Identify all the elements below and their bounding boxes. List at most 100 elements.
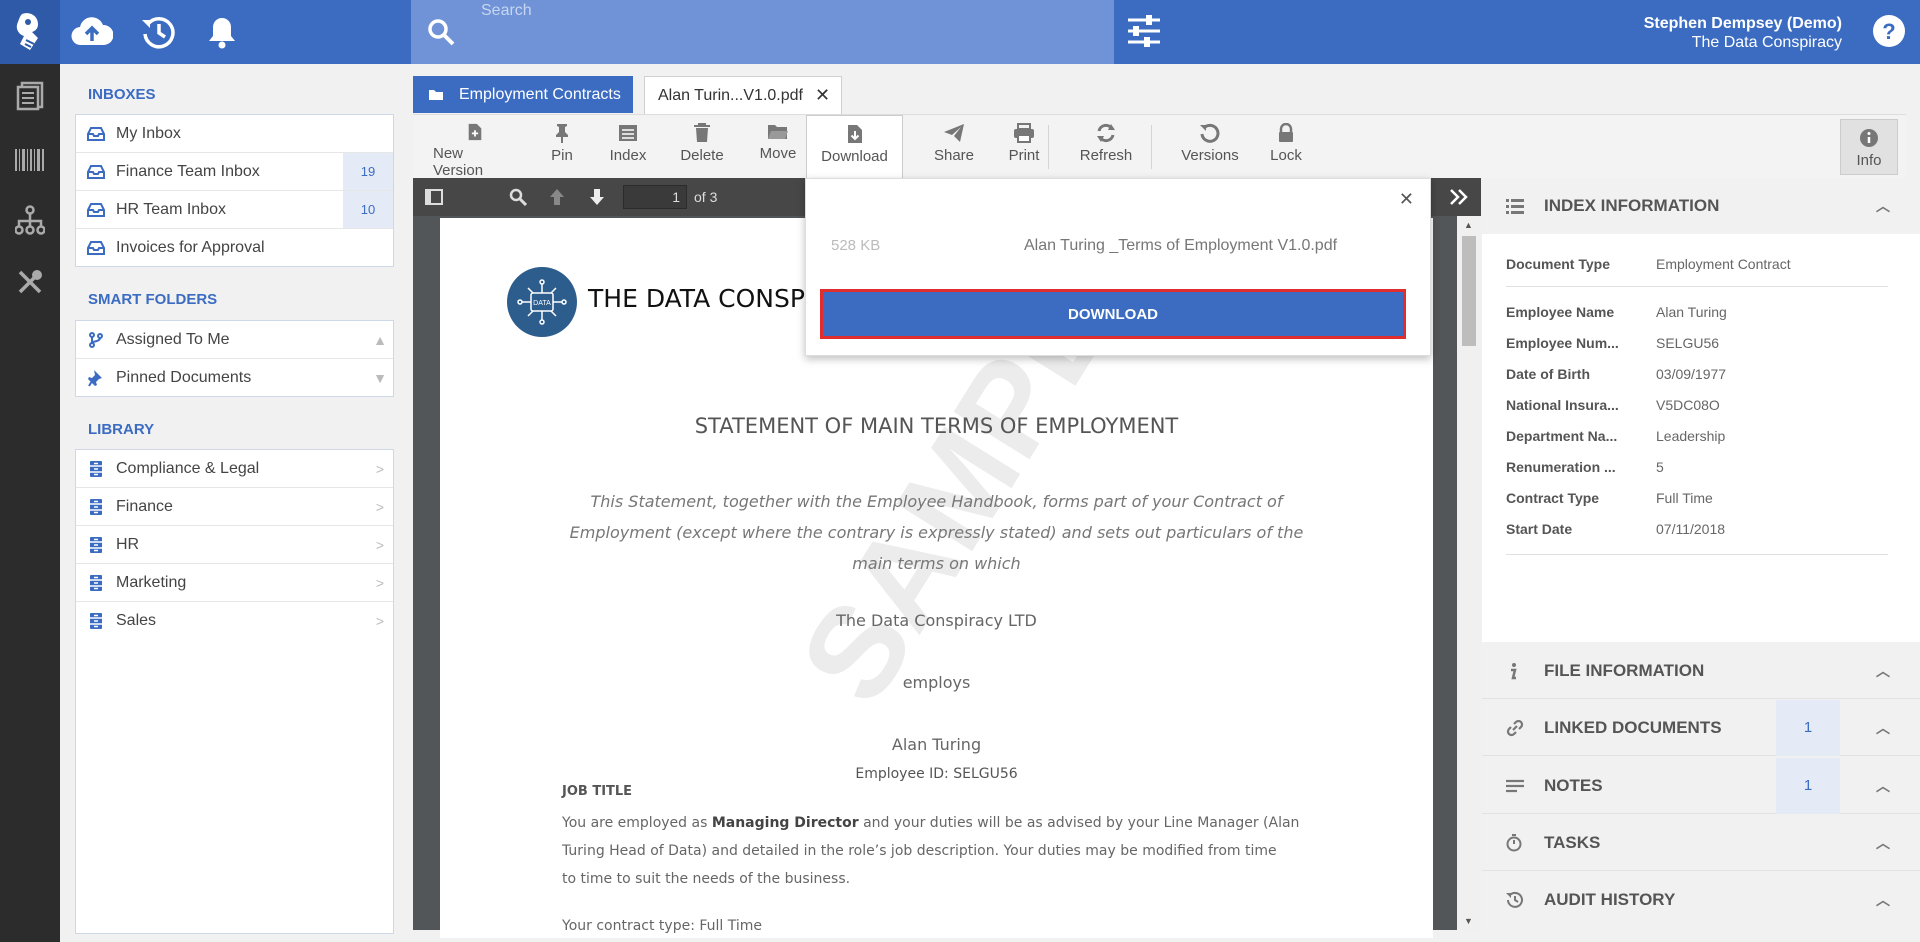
svg-text:?: ? (1882, 19, 1895, 44)
inbox-item[interactable]: My Inbox (76, 115, 393, 153)
info-circle-icon (1860, 129, 1878, 147)
download-icon (847, 125, 862, 143)
download-confirm-button[interactable]: DOWNLOAD (820, 289, 1406, 339)
previous-page-icon[interactable] (549, 188, 565, 206)
file-size: 528 KB (831, 237, 881, 254)
inbox-item[interactable]: HR Team Inbox 10 (76, 191, 393, 229)
barcode-icon[interactable] (14, 144, 46, 176)
list-icon (1482, 198, 1524, 214)
company-logo-icon: DATA (506, 266, 578, 338)
inbox-icon (76, 126, 116, 141)
tab-document[interactable]: Alan Turin...V1.0.pdf ✕ (644, 76, 842, 114)
pdf-scrollbar[interactable]: ▲ ▼ (1457, 216, 1481, 930)
workflow-hierarchy-icon[interactable] (14, 204, 46, 236)
notifications-bell-icon[interactable] (200, 12, 244, 52)
history-icon[interactable] (136, 12, 180, 52)
next-page-icon[interactable] (589, 188, 605, 206)
employee-name-text: Alan Turing (891, 735, 982, 754)
scroll-down-arrow-icon[interactable]: ▼ (367, 370, 393, 386)
scroll-down-arrow-icon[interactable]: ▼ (1464, 916, 1473, 926)
page-number-input[interactable]: 1 (623, 185, 687, 209)
file-name: Alan Turing _Terms of Employment V1.0.pd… (1024, 237, 1338, 254)
toolbar-separator (1048, 125, 1049, 169)
smart-folder-item[interactable]: Assigned To Me ▲ (76, 321, 393, 359)
new-version-icon (468, 123, 482, 141)
tools-icon[interactable] (14, 266, 46, 298)
divider (1506, 554, 1888, 555)
tab-employment-contracts[interactable]: Employment Contracts (413, 76, 633, 113)
inboxes-title: INBOXES (88, 86, 156, 103)
collapse-panel-button[interactable] (1437, 178, 1481, 216)
index-button[interactable]: Index (600, 115, 656, 179)
index-information-header[interactable]: INDEX INFORMATION ︿ (1482, 178, 1920, 234)
chevron-up-icon[interactable]: ︿ (1876, 890, 1890, 910)
file-information-header[interactable]: FILE INFORMATION ︿ (1482, 643, 1920, 699)
trash-icon (694, 123, 710, 142)
field-row: Employee Num... SELGU56 (1506, 335, 1720, 351)
audit-history-header[interactable]: AUDIT HISTORY ︿ (1482, 872, 1920, 928)
smart-folder-item[interactable]: Pinned Documents ▼ (76, 359, 393, 397)
scroll-up-arrow-icon[interactable]: ▲ (1464, 220, 1473, 230)
library-title: LIBRARY (88, 421, 155, 438)
library-item[interactable]: Finance > (76, 488, 393, 526)
folder-open-icon (413, 88, 459, 101)
chevron-up-icon[interactable]: ︿ (1876, 833, 1890, 853)
help-icon[interactable]: ? (1872, 14, 1906, 48)
pin-button[interactable]: Pin (537, 115, 587, 179)
chevron-up-icon[interactable]: ︿ (1876, 718, 1890, 738)
org-name: The Data Conspiracy (1691, 34, 1842, 51)
search-input[interactable]: Search (481, 2, 532, 20)
library-item[interactable]: HR > (76, 526, 393, 564)
library-item[interactable]: Sales > (76, 602, 393, 640)
field-row: Employee Name Alan Turing (1506, 304, 1727, 320)
link-icon (1482, 719, 1524, 737)
delete-button[interactable]: Delete (672, 115, 732, 179)
user-info[interactable]: Stephen Dempsey (Demo) The Data Conspira… (1644, 14, 1842, 52)
versions-button[interactable]: Versions (1173, 115, 1247, 179)
share-button[interactable]: Share (923, 115, 985, 179)
refresh-button[interactable]: Refresh (1071, 115, 1141, 179)
upload-icon[interactable] (70, 12, 114, 52)
sidebar-toggle-icon[interactable] (425, 188, 443, 206)
search-icon[interactable] (427, 18, 455, 46)
documents-icon[interactable] (14, 80, 46, 112)
stopwatch-icon (1482, 833, 1522, 852)
field-row: Renumeration ... 5 (1506, 459, 1664, 475)
lock-button[interactable]: Lock (1261, 115, 1311, 179)
chevron-up-icon[interactable]: ︿ (1876, 776, 1890, 796)
move-button[interactable]: Move (748, 115, 808, 179)
linked-documents-header[interactable]: LINKED DOCUMENTS 1 ︿ (1482, 699, 1920, 756)
close-tab-icon[interactable]: ✕ (815, 85, 830, 106)
smart-folders-panel: Assigned To Me ▲ Pinned Documents ▼ (75, 320, 394, 397)
double-chevron-right-icon (1450, 189, 1468, 205)
smart-folders-title: SMART FOLDERS (88, 291, 218, 308)
employer-name: The Data Conspiracy LTD (836, 611, 1037, 630)
tasks-header[interactable]: TASKS ︿ (1482, 815, 1920, 871)
app-logo[interactable] (0, 0, 60, 64)
info-button[interactable]: Info (1840, 119, 1898, 175)
print-button[interactable]: Print (995, 115, 1053, 179)
chevron-up-icon[interactable]: ︿ (1876, 196, 1890, 216)
intro-paragraph: This Statement, together with the Employ… (569, 492, 1304, 573)
sidebar: INBOXES My Inbox Finance Team Inbox 19 H… (60, 64, 402, 942)
chevron-up-icon[interactable]: ︿ (1876, 661, 1890, 681)
inbox-item[interactable]: Finance Team Inbox 19 (76, 153, 393, 191)
filter-sliders-icon[interactable] (1126, 14, 1162, 48)
folder-move-icon (768, 125, 788, 139)
download-button[interactable]: Download (806, 115, 903, 181)
library-item[interactable]: Compliance & Legal > (76, 450, 393, 488)
scroll-up-arrow-icon[interactable]: ▲ (367, 332, 393, 348)
inbox-count-badge: 10 (343, 191, 393, 228)
job-title-heading: JOB TITLE (562, 784, 633, 799)
cabinet-icon (76, 498, 116, 516)
close-popup-icon[interactable]: ✕ (1399, 189, 1414, 210)
inbox-count-badge: 19 (343, 153, 393, 190)
inbox-item[interactable]: Invoices for Approval (76, 229, 393, 267)
notes-header[interactable]: NOTES 1 ︿ (1482, 757, 1920, 814)
new-version-button[interactable]: New Version (433, 115, 517, 179)
cabinet-icon (76, 536, 116, 554)
find-search-icon[interactable] (509, 188, 527, 206)
library-item[interactable]: Marketing > (76, 564, 393, 602)
scroll-thumb[interactable] (1462, 236, 1476, 346)
search-box[interactable]: Search (411, 0, 1114, 64)
